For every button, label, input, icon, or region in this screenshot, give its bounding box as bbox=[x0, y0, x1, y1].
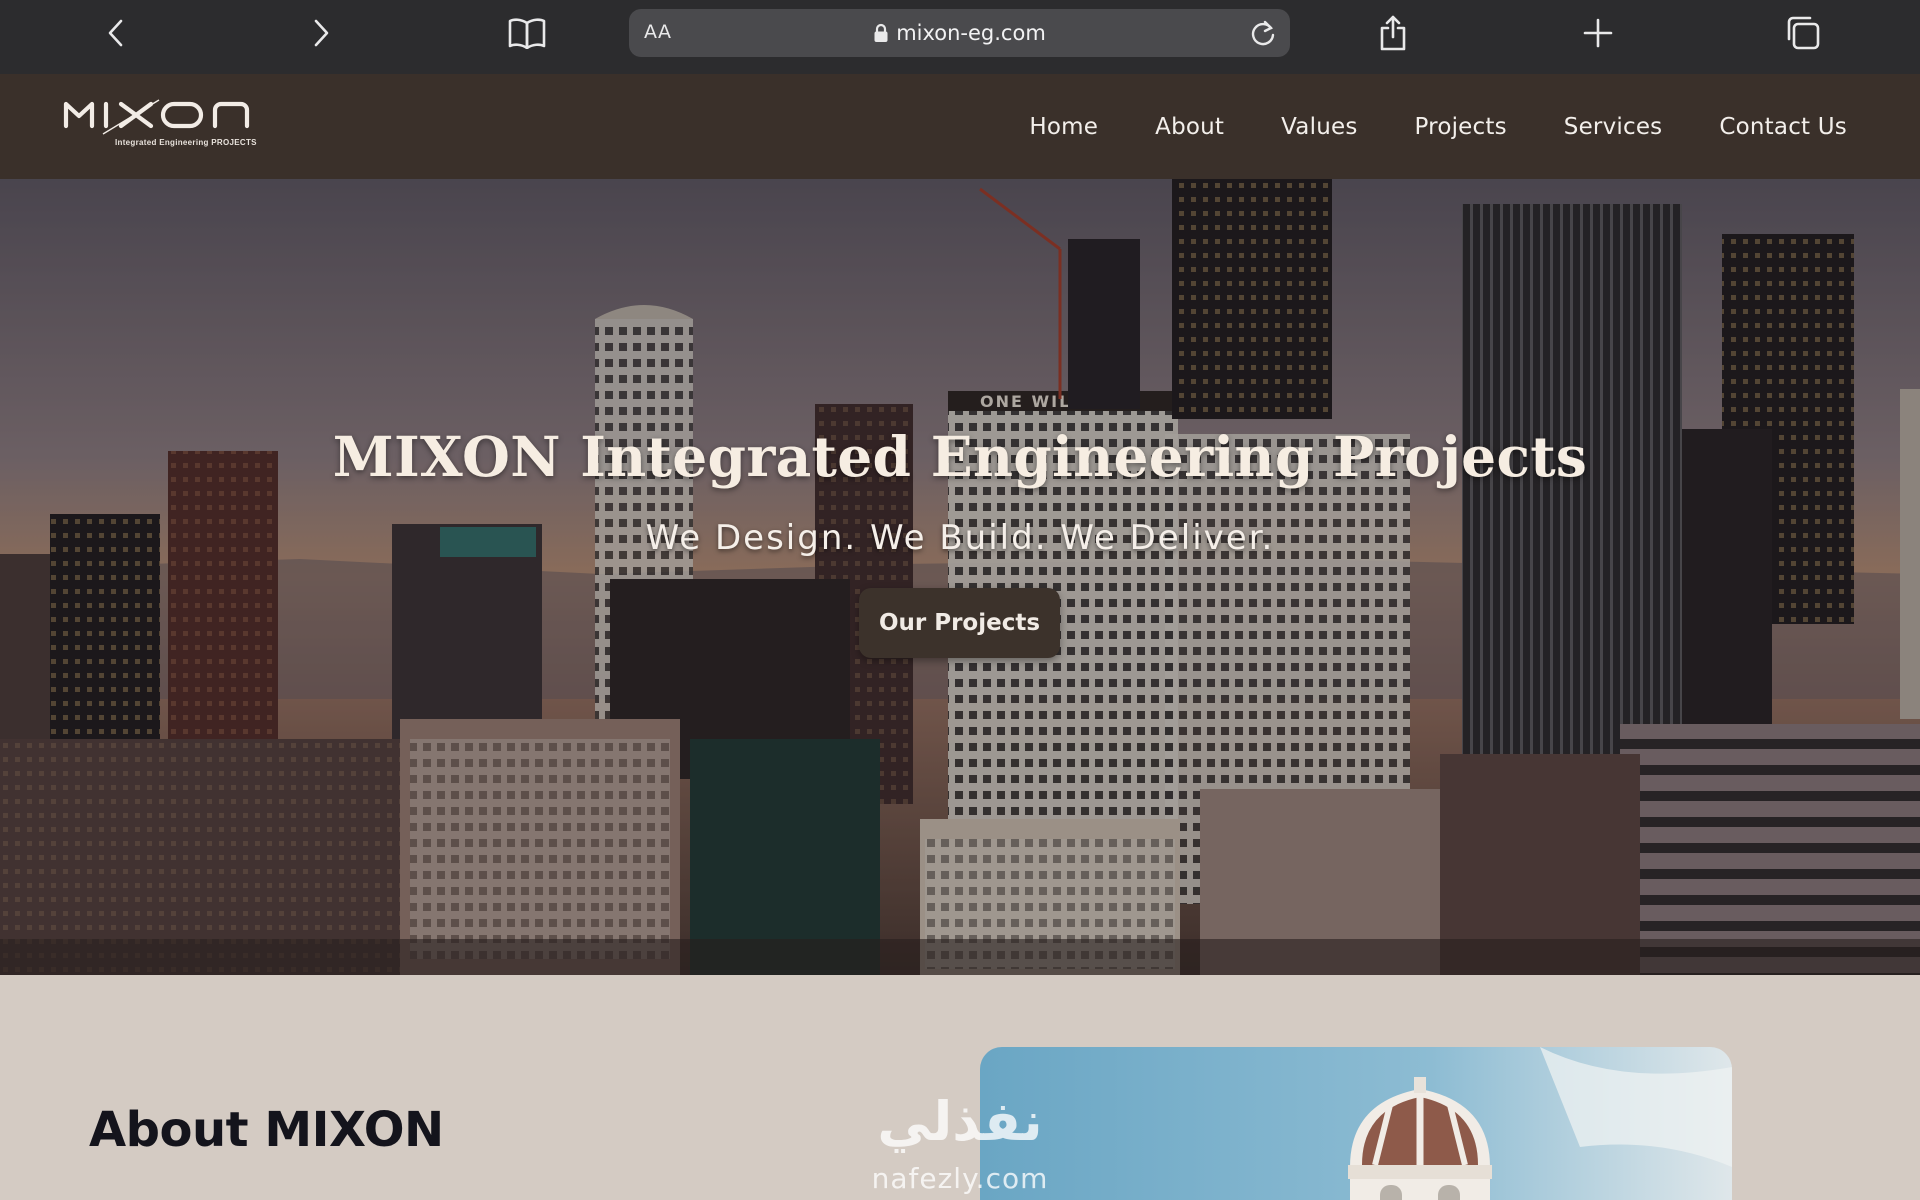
hero-section: ONE WILSHIRE MIXON Integrated Engineerin… bbox=[0, 179, 1920, 975]
plus-icon bbox=[1583, 18, 1613, 48]
about-image bbox=[980, 1047, 1732, 1200]
about-title: About MIXON bbox=[89, 1102, 444, 1158]
hero-subtitle: We Design. We Build. We Deliver. bbox=[645, 518, 1275, 558]
share-icon bbox=[1380, 15, 1406, 51]
hero-overlay bbox=[0, 179, 1920, 975]
lock-icon bbox=[874, 23, 888, 42]
browser-toolbar: AA mixon-eg.com bbox=[0, 0, 1920, 74]
bookmarks-button[interactable] bbox=[494, 0, 560, 66]
book-icon bbox=[508, 18, 546, 49]
tabs-icon bbox=[1787, 16, 1820, 50]
logo-tagline: Integrated Engineering PROJECTS bbox=[115, 138, 257, 147]
nav-home[interactable]: Home bbox=[1029, 114, 1098, 140]
our-projects-button[interactable]: Our Projects bbox=[859, 588, 1060, 658]
chevron-left-icon bbox=[108, 19, 123, 47]
nav-about[interactable]: About bbox=[1155, 114, 1224, 140]
share-button[interactable] bbox=[1360, 0, 1426, 66]
url-display: mixon-eg.com bbox=[629, 9, 1290, 57]
mixon-logo[interactable]: Integrated Engineering PROJECTS bbox=[63, 96, 279, 152]
site-header: Integrated Engineering PROJECTS Home Abo… bbox=[0, 74, 1920, 179]
back-button[interactable] bbox=[83, 0, 149, 66]
nav-contact-us[interactable]: Contact Us bbox=[1719, 114, 1847, 140]
nav-services[interactable]: Services bbox=[1564, 114, 1663, 140]
main-nav: Home About Values Projects Services Cont… bbox=[1029, 74, 1847, 179]
forward-button[interactable] bbox=[288, 0, 354, 66]
reload-icon bbox=[1251, 20, 1275, 46]
new-tab-button[interactable] bbox=[1565, 0, 1631, 66]
url-text: mixon-eg.com bbox=[896, 21, 1046, 45]
hero-title: MIXON Integrated Engineering Projects bbox=[332, 424, 1588, 489]
about-section: About MIXON bbox=[0, 975, 1920, 1200]
chevron-right-icon bbox=[314, 19, 329, 47]
nav-projects[interactable]: Projects bbox=[1415, 114, 1507, 140]
address-bar[interactable]: AA mixon-eg.com bbox=[629, 9, 1290, 57]
nav-values[interactable]: Values bbox=[1281, 114, 1357, 140]
tabs-button[interactable] bbox=[1770, 0, 1836, 66]
mixon-logo-mark bbox=[63, 99, 250, 135]
dome-building-image bbox=[980, 1047, 1732, 1200]
reload-button[interactable] bbox=[1246, 16, 1280, 50]
